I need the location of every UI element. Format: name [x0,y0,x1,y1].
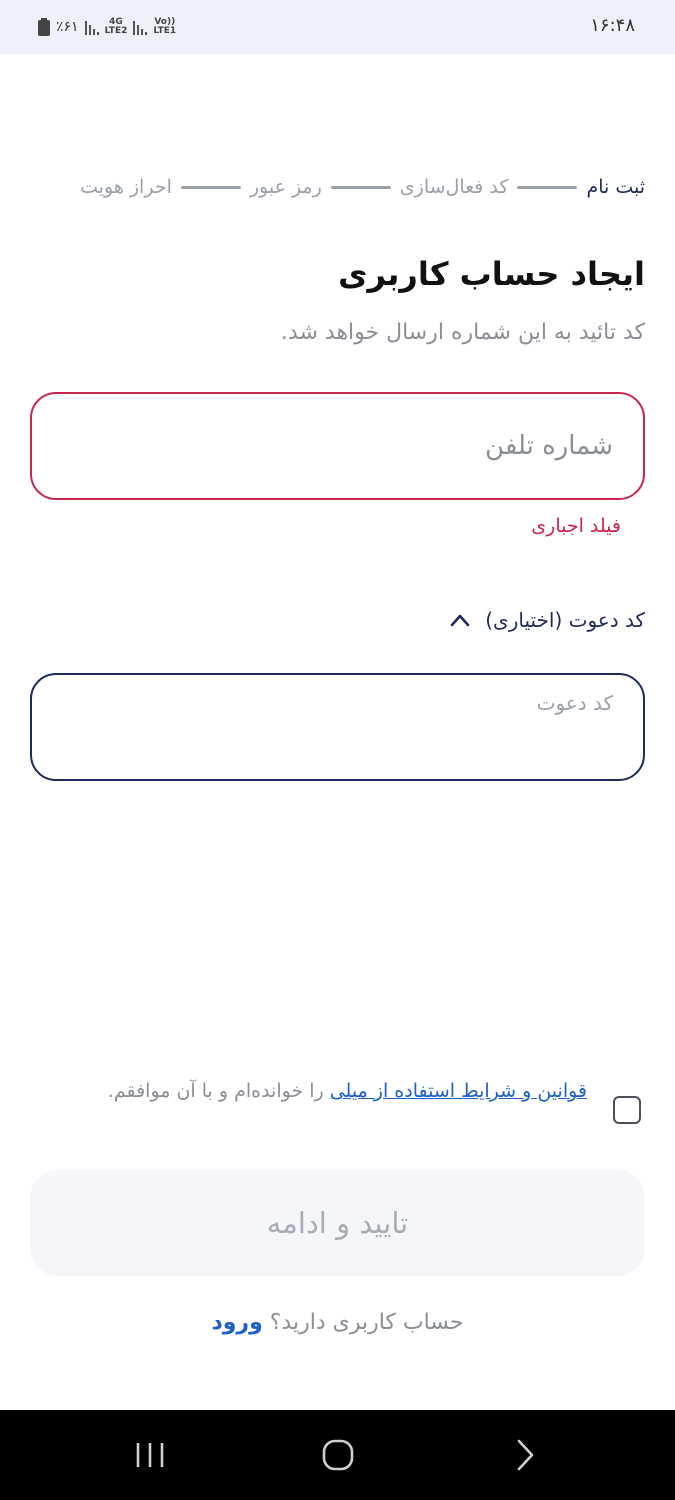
step-connector [330,185,391,189]
status-time: ۱۶:۴۸ [590,15,635,36]
signal-icon [133,19,148,35]
network-indicator-2: 4G LTE2 [104,17,128,36]
network-indicator-1: Vo)) LTE1 [153,17,177,36]
home-button[interactable] [283,1410,393,1500]
terms-link[interactable]: قوانین و شرایط استفاده از میلی [330,1080,587,1102]
terms-checkbox[interactable] [613,1096,641,1124]
phone-field-container [30,392,645,500]
step-signup: ثبت نام [586,176,645,198]
terms-rest-text: را خوانده‌ام و با آن موافقم. [107,1080,330,1102]
battery-icon [38,18,50,36]
page-subtitle: کد تائید به این شماره ارسال خواهد شد. [280,320,645,345]
step-connector [180,185,241,189]
recent-apps-icon [136,1443,164,1467]
chevron-up-icon [450,614,470,627]
login-prompt-row: حساب کاربری دارید؟ ورود [0,1310,675,1335]
step-connector [517,185,578,189]
terms-text: قوانین و شرایط استفاده از میلی را خوانده… [97,1076,587,1106]
recent-apps-button[interactable] [95,1410,205,1500]
step-activation-code: کد فعال‌سازی [399,176,509,198]
invite-code-toggle[interactable]: کد دعوت (اختیاری) [449,604,645,636]
home-icon [322,1439,354,1471]
phone-number-input[interactable] [32,394,643,498]
system-navigation-bar [0,1410,675,1500]
signal-icon [84,19,99,35]
status-bar: ٪۶۱ 4G LTE2 Vo)) LTE1 ۱۶:۴۸ [0,0,675,54]
invite-code-toggle-label: کد دعوت (اختیاری) [485,608,645,632]
back-button[interactable] [470,1410,580,1500]
battery-percent: ٪۶۱ [56,19,79,35]
confirm-continue-button[interactable]: تایید و ادامه [30,1170,645,1276]
step-identity-verification: احراز هویت [80,176,172,198]
phone-error-message: فیلد اجباری [531,515,621,537]
invite-field-container [30,673,645,781]
login-link[interactable]: ورود [211,1310,262,1335]
invite-code-input[interactable] [32,675,643,779]
registration-stepper: ثبت نام کد فعال‌سازی رمز عبور احراز هویت [30,170,645,204]
page-title: ایجاد حساب کاربری [338,255,645,293]
terms-agreement: قوانین و شرایط استفاده از میلی را خوانده… [30,1076,645,1146]
login-prompt-text: حساب کاربری دارید؟ [262,1310,464,1335]
step-password: رمز عبور [249,176,322,198]
status-icons: ٪۶۱ 4G LTE2 Vo)) LTE1 [38,14,176,40]
back-chevron-icon [517,1439,534,1471]
